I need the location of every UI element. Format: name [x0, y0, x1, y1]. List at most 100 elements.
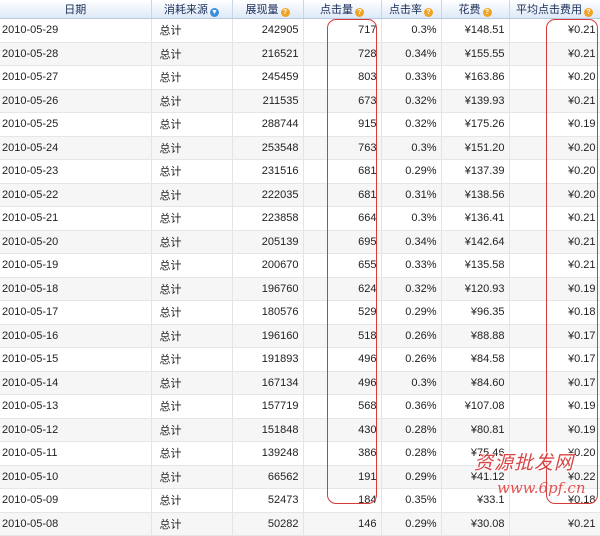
impressions-cell: 196160: [232, 324, 304, 348]
ctr-cell: 0.3%: [381, 206, 442, 231]
table-row[interactable]: 2010-05-15 总计 191893 496 0.26% ¥84.58 ¥0.17: [0, 347, 600, 372]
cost-cell: ¥163.86: [441, 65, 510, 90]
date-cell: 2010-05-19: [0, 253, 152, 278]
table-row[interactable]: 2010-05-12 总计 151848 430 0.28% ¥80.81 ¥0.19: [0, 418, 600, 442]
table-row[interactable]: 2010-05-13 总计 157719 568 0.36% ¥107.08 ¥0.19: [0, 394, 600, 419]
table-row[interactable]: 2010-05-27 总计 245459 803 0.33% ¥163.86 ¥0.20: [0, 65, 600, 90]
cost-cell: ¥84.60: [441, 371, 510, 395]
impressions-cell: 288744: [232, 112, 304, 137]
table-row[interactable]: 2010-05-26 总计 211535 673 0.32% ¥139.93 ¥0.21: [0, 89, 600, 113]
cost-cell: ¥151.20: [441, 136, 510, 160]
table-row[interactable]: 2010-05-19 总计 200670 655 0.33% ¥135.58 ¥0.21: [0, 253, 600, 278]
help-question-icon[interactable]: ?: [280, 8, 290, 17]
ctr-cell: 0.3%: [381, 18, 442, 43]
source-cell: 总计: [151, 253, 233, 278]
date-cell: 2010-05-25: [0, 112, 152, 137]
table-row[interactable]: 2010-05-16 总计 196160 518 0.26% ¥88.88 ¥0.17: [0, 324, 600, 348]
stats-table: 日期 消耗来源 ▼ 展现量? 点击量? 点击率? 花费? 平均点击费用? 2010…: [0, 0, 600, 536]
ctr-cell: 0.26%: [381, 347, 442, 372]
ctr-cell: 0.29%: [381, 159, 442, 184]
table-row[interactable]: 2010-05-25 总计 288744 915 0.32% ¥175.26 ¥0.19: [0, 112, 600, 137]
ctr-cell: 0.28%: [381, 418, 442, 442]
cost-cell: ¥136.41: [441, 206, 510, 231]
date-cell: 2010-05-09: [0, 488, 152, 513]
clicks-cell: 655: [303, 253, 382, 278]
impressions-cell: 211535: [232, 89, 304, 113]
chevron-down-icon[interactable]: ▼: [210, 8, 219, 17]
ctr-cell: 0.34%: [381, 230, 442, 254]
clicks-cell: 664: [303, 206, 382, 231]
table-row[interactable]: 2010-05-10 总计 66562 191 0.29% ¥41.12 ¥0.22: [0, 465, 600, 489]
col-header-impressions[interactable]: 展现量?: [232, 0, 304, 19]
cost-cell: ¥142.64: [441, 230, 510, 254]
ctr-cell: 0.3%: [381, 371, 442, 395]
impressions-cell: 139248: [232, 441, 304, 466]
date-cell: 2010-05-21: [0, 206, 152, 231]
ctr-cell: 0.36%: [381, 394, 442, 419]
date-cell: 2010-05-10: [0, 465, 152, 489]
impressions-cell: 191893: [232, 347, 304, 372]
table-row[interactable]: 2010-05-17 总计 180576 529 0.29% ¥96.35 ¥0.18: [0, 300, 600, 325]
ctr-cell: 0.33%: [381, 65, 442, 90]
table-header-row: 日期 消耗来源 ▼ 展现量? 点击量? 点击率? 花费? 平均点击费用?: [0, 0, 600, 19]
source-cell: 总计: [151, 277, 233, 301]
avg-cpc-cell: ¥0.21: [509, 206, 600, 231]
col-header-clicks[interactable]: 点击量?: [303, 0, 382, 19]
source-cell: 总计: [151, 441, 233, 466]
col-header-date[interactable]: 日期: [0, 0, 152, 19]
impressions-cell: 151848: [232, 418, 304, 442]
avg-cpc-cell: ¥0.21: [509, 512, 600, 536]
col-header-avg-cpc[interactable]: 平均点击费用?: [509, 0, 600, 19]
table-row[interactable]: 2010-05-18 总计 196760 624 0.32% ¥120.93 ¥0.19: [0, 277, 600, 301]
impressions-cell: 216521: [232, 42, 304, 66]
impressions-cell: 200670: [232, 253, 304, 278]
source-cell: 总计: [151, 418, 233, 442]
table-row[interactable]: 2010-05-22 总计 222035 681 0.31% ¥138.56 ¥0.20: [0, 183, 600, 207]
clicks-cell: 191: [303, 465, 382, 489]
source-cell: 总计: [151, 136, 233, 160]
clicks-cell: 673: [303, 89, 382, 113]
impressions-cell: 222035: [232, 183, 304, 207]
table-row[interactable]: 2010-05-11 总计 139248 386 0.28% ¥75.46 ¥0.20: [0, 441, 600, 466]
date-cell: 2010-05-29: [0, 18, 152, 43]
table-row[interactable]: 2010-05-23 总计 231516 681 0.29% ¥137.39 ¥0.20: [0, 159, 600, 184]
ctr-cell: 0.26%: [381, 324, 442, 348]
avg-cpc-cell: ¥0.21: [509, 42, 600, 66]
table-row[interactable]: 2010-05-08 总计 50282 146 0.29% ¥30.08 ¥0.21: [0, 512, 600, 536]
col-header-cost[interactable]: 花费?: [441, 0, 510, 19]
help-question-icon[interactable]: ?: [424, 8, 433, 17]
ctr-cell: 0.29%: [381, 512, 442, 536]
source-cell: 总计: [151, 371, 233, 395]
table-row[interactable]: 2010-05-24 总计 253548 763 0.3% ¥151.20 ¥0.20: [0, 136, 600, 160]
help-question-icon[interactable]: ?: [355, 8, 364, 17]
impressions-cell: 205139: [232, 230, 304, 254]
source-cell: 总计: [151, 300, 233, 325]
help-question-icon[interactable]: ?: [482, 8, 492, 17]
source-cell: 总计: [151, 324, 233, 348]
table-row[interactable]: 2010-05-20 总计 205139 695 0.34% ¥142.64 ¥0.21: [0, 230, 600, 254]
date-cell: 2010-05-18: [0, 277, 152, 301]
avg-cpc-cell: ¥0.18: [509, 300, 600, 325]
table-row[interactable]: 2010-05-09 总计 52473 184 0.35% ¥33.1 ¥0.18: [0, 488, 600, 513]
col-header-source[interactable]: 消耗来源 ▼: [151, 0, 233, 19]
cost-cell: ¥84.58: [441, 347, 510, 372]
impressions-cell: 180576: [232, 300, 304, 325]
avg-cpc-cell: ¥0.21: [509, 253, 600, 278]
clicks-cell: 386: [303, 441, 382, 466]
ctr-cell: 0.31%: [381, 183, 442, 207]
avg-cpc-cell: ¥0.19: [509, 277, 600, 301]
clicks-cell: 496: [303, 347, 382, 372]
clicks-cell: 681: [303, 183, 382, 207]
source-cell: 总计: [151, 465, 233, 489]
table-row[interactable]: 2010-05-14 总计 167134 496 0.3% ¥84.60 ¥0.17: [0, 371, 600, 395]
ctr-cell: 0.35%: [381, 488, 442, 513]
clicks-cell: 803: [303, 65, 382, 90]
cost-cell: ¥107.08: [441, 394, 510, 419]
table-row[interactable]: 2010-05-29 总计 242905 717 0.3% ¥148.51 ¥0.21: [0, 18, 600, 43]
table-row[interactable]: 2010-05-28 总计 216521 728 0.34% ¥155.55 ¥0.21: [0, 42, 600, 66]
source-cell: 总计: [151, 65, 233, 90]
source-cell: 总计: [151, 112, 233, 137]
help-question-icon[interactable]: ?: [584, 8, 593, 17]
col-header-ctr[interactable]: 点击率?: [381, 0, 442, 19]
table-row[interactable]: 2010-05-21 总计 223858 664 0.3% ¥136.41 ¥0.21: [0, 206, 600, 231]
